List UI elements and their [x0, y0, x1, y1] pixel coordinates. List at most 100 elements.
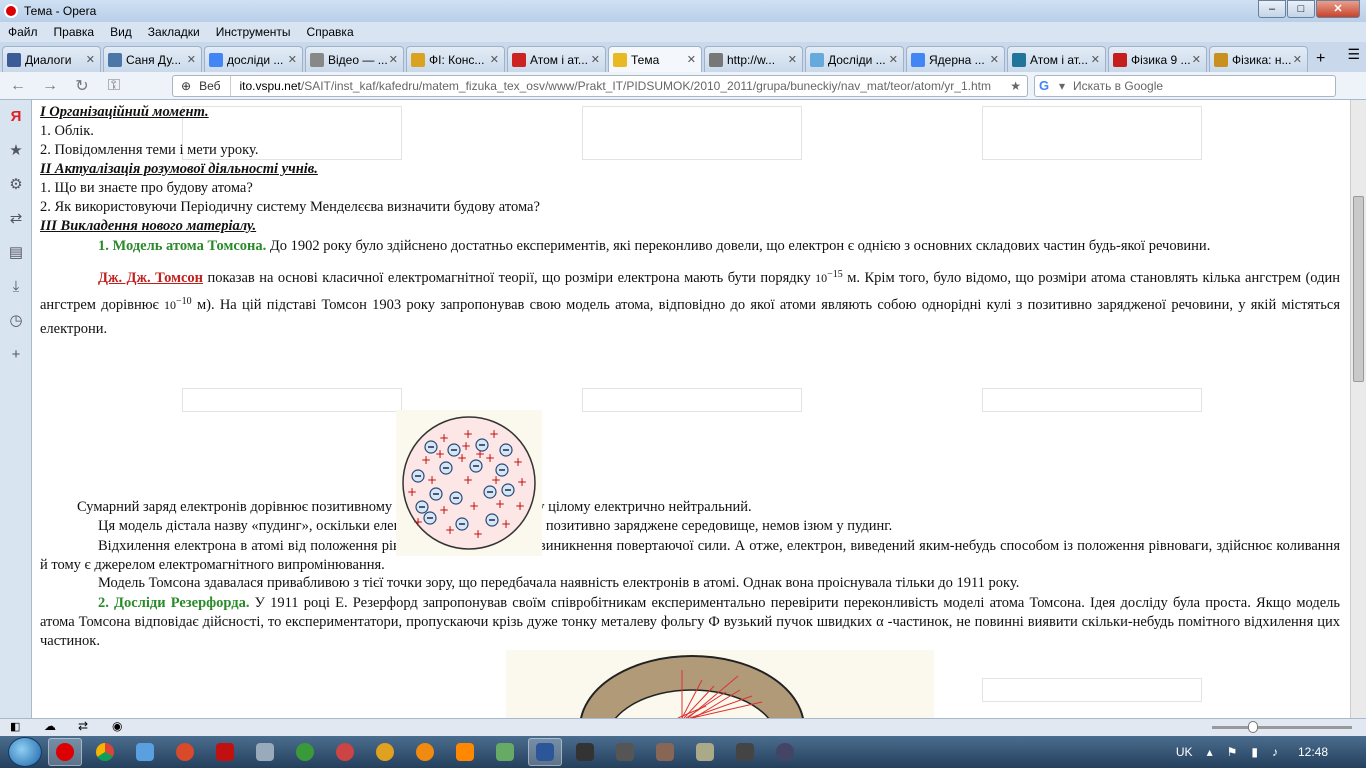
tab-close-icon[interactable]: ✕ [990, 53, 999, 66]
search-dropdown-icon[interactable]: ▾ [1059, 79, 1065, 93]
taskbar-acrobat[interactable] [208, 738, 242, 766]
minimize-button[interactable]: – [1258, 0, 1286, 18]
taskbar-app-gray[interactable] [328, 738, 362, 766]
menu-file[interactable]: Файл [0, 25, 46, 39]
tab-close-icon[interactable]: ✕ [490, 53, 499, 66]
vertical-scrollbar[interactable] [1350, 100, 1366, 718]
unite-icon[interactable]: ⇄ [78, 719, 88, 733]
google-icon[interactable]: G [1039, 78, 1055, 94]
yandex-icon[interactable]: Я [0, 100, 32, 134]
taskbar-app-steam[interactable] [768, 738, 802, 766]
close-button[interactable]: ✕ [1316, 0, 1360, 18]
settings-gear-icon[interactable]: ⚙ [0, 168, 32, 202]
tab-close-icon[interactable]: ✕ [889, 53, 898, 66]
positive-charge-mark: + [463, 473, 473, 487]
tab-12[interactable]: Фізика: н... ✕ [1209, 46, 1308, 72]
network-icon[interactable]: ▮ [1251, 745, 1258, 759]
zoom-slider[interactable] [1212, 721, 1352, 733]
menu-view[interactable]: Вид [102, 25, 140, 39]
zoom-slider-knob[interactable] [1248, 721, 1258, 733]
url-text[interactable]: ito.vspu.net/SAIT/inst_kaf/kafedru/matem… [231, 79, 991, 93]
tab-8[interactable]: Досліди ... ✕ [805, 46, 904, 72]
reload-icon[interactable]: ↻ [68, 76, 96, 96]
start-button[interactable] [8, 737, 42, 767]
tab-0[interactable]: Диалоги ✕ [2, 46, 101, 72]
menu-help[interactable]: Справка [299, 25, 362, 39]
taskbar-app-game[interactable] [648, 738, 682, 766]
list-item: 1. Облік. [40, 123, 94, 139]
taskbar-app-dark[interactable] [568, 738, 602, 766]
taskbar-app-soldier[interactable] [728, 738, 762, 766]
bookmark-star-icon[interactable]: ★ [1010, 79, 1021, 93]
tray-expand-icon[interactable]: ▴ [1207, 745, 1213, 759]
tab-list-button[interactable]: ☰ [1347, 46, 1360, 63]
bookmarks-star-icon[interactable]: ★ [0, 134, 32, 168]
tab-favicon-icon [512, 52, 526, 67]
menu-tools[interactable]: Инструменты [208, 25, 299, 39]
tab-label: Фізика: н... [1232, 52, 1292, 67]
tab-close-icon[interactable]: ✕ [1091, 53, 1100, 66]
share-icon[interactable]: ⇄ [0, 202, 32, 236]
taskbar-app-shield[interactable] [688, 738, 722, 766]
tab-favicon-icon [709, 52, 723, 67]
volume-icon[interactable]: ♪ [1272, 745, 1278, 759]
taskbar-utorrent[interactable] [288, 738, 322, 766]
taskbar-app-jet[interactable] [248, 738, 282, 766]
url-field[interactable]: ⊕ Веб ito.vspu.net/SAIT/inst_kaf/kafedru/… [172, 75, 1028, 97]
menu-bookmarks[interactable]: Закладки [140, 25, 208, 39]
back-icon[interactable]: ← [4, 77, 32, 95]
taskbar-word[interactable] [528, 738, 562, 766]
tab-3[interactable]: Відео — ... ✕ [305, 46, 404, 72]
taskbar-opera[interactable] [48, 738, 82, 766]
tab-close-icon[interactable]: ✕ [687, 53, 696, 66]
menu-edit[interactable]: Правка [46, 25, 103, 39]
tab-close-icon[interactable]: ✕ [187, 53, 196, 66]
tab-10[interactable]: Атом і ат... ✕ [1007, 46, 1106, 72]
tab-close-icon[interactable]: ✕ [1293, 53, 1302, 66]
tab-1[interactable]: Саня Ду... ✕ [103, 46, 202, 72]
cloud-icon[interactable]: ☁ [44, 719, 56, 733]
tab-4[interactable]: ФІ: Конс... ✕ [406, 46, 505, 72]
tab-9[interactable]: Ядерна ... ✕ [906, 46, 1005, 72]
new-tab-button[interactable]: + [1316, 50, 1325, 68]
notes-icon[interactable]: ▤ [0, 236, 32, 270]
forward-icon[interactable]: → [36, 77, 64, 95]
downloads-icon[interactable]: ⤓ [0, 270, 32, 304]
taskbar-app-radiation[interactable] [368, 738, 402, 766]
key-icon[interactable]: ⚿ [100, 77, 128, 95]
search-field[interactable]: G ▾ Искать в Google [1034, 75, 1336, 97]
tab-close-icon[interactable]: ✕ [389, 53, 398, 66]
tab-close-icon[interactable]: ✕ [86, 53, 95, 66]
taskbar-finder[interactable] [128, 738, 162, 766]
tab-7[interactable]: http://w... ✕ [704, 46, 803, 72]
watermark-decoration [582, 388, 802, 412]
tab-5[interactable]: Атом і ат... ✕ [507, 46, 606, 72]
history-clock-icon[interactable]: ◷ [0, 304, 32, 338]
tab-close-icon[interactable]: ✕ [591, 53, 600, 66]
scrollbar-thumb[interactable] [1353, 196, 1364, 382]
section-title-rutherford: 2. Досліди Резерфорда. [98, 595, 250, 611]
taskbar-vlc[interactable] [448, 738, 482, 766]
tab-close-icon[interactable]: ✕ [788, 53, 797, 66]
taskbar-app-orange[interactable] [408, 738, 442, 766]
tab-close-icon[interactable]: ✕ [1192, 53, 1201, 66]
taskbar-app-tank[interactable] [608, 738, 642, 766]
turbo-icon[interactable]: ◉ [112, 719, 122, 733]
add-panel-icon[interactable]: + [0, 338, 32, 372]
taskbar-app-red[interactable] [168, 738, 202, 766]
opera-logo-icon[interactable] [4, 4, 18, 18]
language-indicator[interactable]: UK [1176, 745, 1193, 759]
flag-icon[interactable]: ⚑ [1227, 745, 1238, 759]
formula-base: 10 [164, 298, 177, 312]
tab-close-icon[interactable]: ✕ [288, 53, 297, 66]
tab-6[interactable]: Тема ✕ [608, 46, 702, 72]
link-thomson[interactable]: Дж. Дж. Томсон [98, 270, 203, 286]
maximize-button[interactable]: □ [1287, 0, 1315, 18]
tab-2[interactable]: досліди ... ✕ [204, 46, 303, 72]
web-security-badge[interactable]: ⊕ Веб [173, 76, 232, 96]
tab-11[interactable]: Фізика 9 ... ✕ [1108, 46, 1207, 72]
panel-toggle-icon[interactable]: ◧ [10, 720, 20, 733]
taskbar-chrome[interactable] [88, 738, 122, 766]
taskbar-app-green[interactable] [488, 738, 522, 766]
clock[interactable]: 12:48 [1298, 745, 1328, 759]
